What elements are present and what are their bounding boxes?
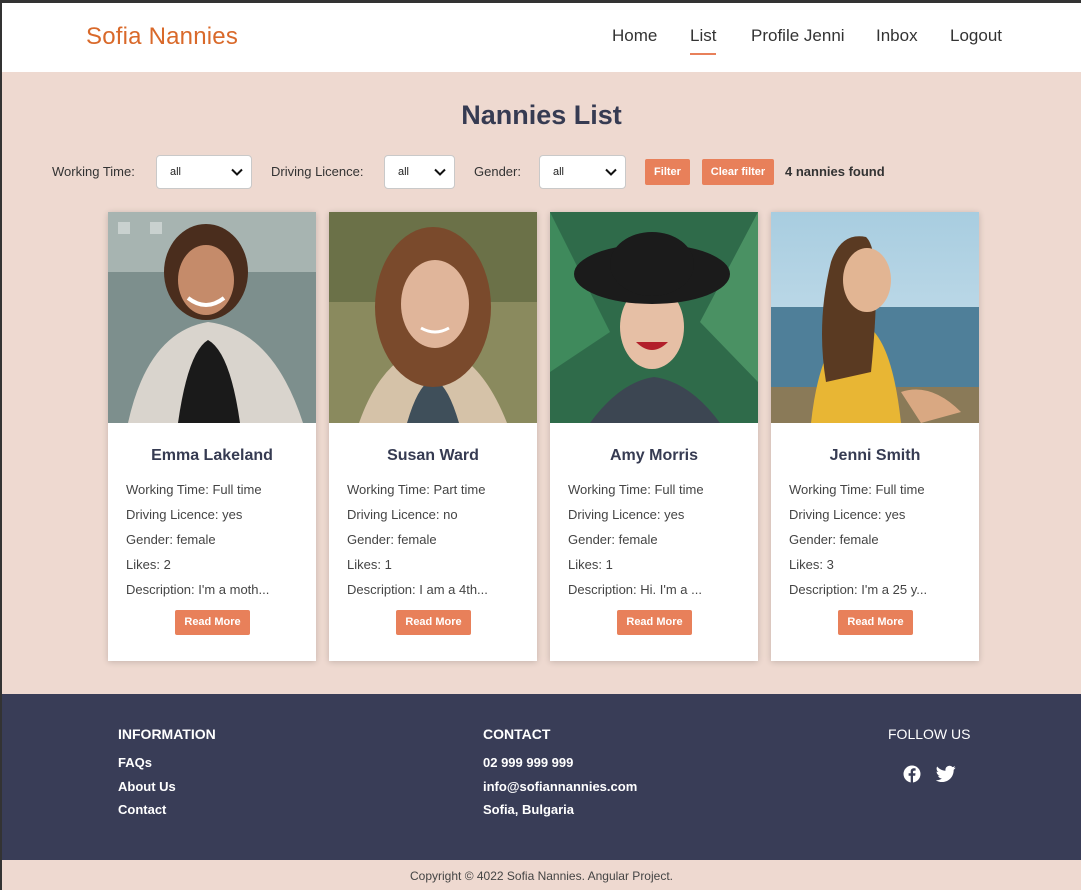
nanny-photo-susan	[329, 212, 537, 423]
working-time-value: all	[170, 166, 182, 178]
footer-link-contact[interactable]: Contact	[118, 802, 166, 817]
nav-list[interactable]: List	[690, 26, 717, 55]
footer-information-title: INFORMATION	[118, 726, 216, 742]
nanny-card: Susan Ward Working Time: Part time Drivi…	[329, 212, 537, 661]
nanny-name: Jenni Smith	[829, 447, 921, 464]
likes: Likes: 3	[789, 557, 834, 572]
footer-link-about[interactable]: About Us	[118, 779, 176, 794]
clear-filter-button[interactable]: Clear filter	[702, 159, 774, 185]
site-header: Sofia Nannies Home List Profile Jenni In…	[2, 3, 1081, 72]
window-left-border	[0, 0, 2, 890]
description: Description: I am a 4th...	[347, 582, 488, 597]
footer-link-faqs[interactable]: FAQs	[118, 755, 152, 770]
gender: Gender: female	[789, 532, 879, 547]
nanny-name: Amy Morris	[609, 447, 699, 464]
working-time: Working Time: Full time	[568, 482, 704, 497]
working-time: Working Time: Full time	[126, 482, 262, 497]
chevron-down-icon	[434, 168, 446, 176]
nanny-photo-emma	[108, 212, 316, 423]
footer-address: Sofia, Bulgaria	[483, 802, 575, 817]
read-more-button[interactable]: Read More	[838, 610, 913, 635]
site-footer: INFORMATION FAQs About Us Contact CONTAC…	[2, 694, 1081, 860]
gender-label: Gender:	[474, 164, 521, 179]
gender: Gender: female	[568, 532, 658, 547]
nanny-card: Amy Morris Working Time: Full time Drivi…	[550, 212, 758, 661]
description: Description: Hi. I'm a ...	[568, 582, 702, 597]
nanny-card: Emma Lakeland Working Time: Full time Dr…	[108, 212, 316, 661]
driving-licence-select[interactable]: all	[384, 155, 455, 189]
driving-licence: Driving Licence: no	[347, 507, 458, 522]
gender: Gender: female	[347, 532, 437, 547]
description: Description: I'm a 25 y...	[789, 582, 928, 597]
nav-logout[interactable]: Logout	[950, 26, 1002, 46]
results-count: 4 nannies found	[785, 164, 885, 179]
twitter-icon[interactable]	[936, 765, 956, 783]
description: Description: I'm a moth...	[126, 582, 270, 597]
working-time-label: Working Time:	[52, 164, 135, 179]
nanny-photo-amy	[550, 212, 758, 423]
driving-licence: Driving Licence: yes	[126, 507, 243, 522]
working-time-select[interactable]: all	[156, 155, 252, 189]
footer-follow-title: FOLLOW US	[888, 726, 971, 742]
filter-button[interactable]: Filter	[645, 159, 690, 185]
chevron-down-icon	[231, 168, 243, 176]
facebook-icon[interactable]	[903, 765, 921, 783]
likes: Likes: 2	[126, 557, 171, 572]
page-title: Nannies List	[461, 100, 622, 130]
read-more-button[interactable]: Read More	[175, 610, 250, 635]
read-more-button[interactable]: Read More	[617, 610, 692, 635]
driving-licence: Driving Licence: yes	[568, 507, 685, 522]
nanny-photo-jenni	[771, 212, 979, 423]
read-more-button[interactable]: Read More	[396, 610, 471, 635]
nav-home[interactable]: Home	[612, 26, 657, 46]
nanny-name: Emma Lakeland	[151, 447, 273, 464]
nanny-card: Jenni Smith Working Time: Full time Driv…	[771, 212, 979, 661]
footer-email: info@sofiannannies.com	[483, 779, 638, 794]
nav-profile[interactable]: Profile Jenni	[751, 26, 845, 46]
working-time: Working Time: Full time	[789, 482, 925, 497]
driving-licence-label: Driving Licence:	[271, 164, 364, 179]
driving-licence: Driving Licence: yes	[789, 507, 906, 522]
main-nav: Home List Profile Jenni Inbox Logout	[2, 26, 1081, 56]
footer-phone: 02 999 999 999	[483, 755, 574, 770]
gender-value: all	[553, 166, 565, 178]
gender-select[interactable]: all	[539, 155, 626, 189]
footer-contact-title: CONTACT	[483, 726, 551, 742]
driving-licence-value: all	[398, 166, 410, 178]
gender: Gender: female	[126, 532, 216, 547]
nanny-name: Susan Ward	[387, 447, 479, 464]
main-content: Nannies List Working Time: all Driving L…	[2, 72, 1081, 694]
nav-inbox[interactable]: Inbox	[876, 26, 918, 46]
working-time: Working Time: Part time	[347, 482, 486, 497]
chevron-down-icon	[605, 168, 617, 176]
likes: Likes: 1	[347, 557, 392, 572]
likes: Likes: 1	[568, 557, 613, 572]
copyright: Copyright © 4022 Sofia Nannies. Angular …	[2, 860, 1081, 890]
